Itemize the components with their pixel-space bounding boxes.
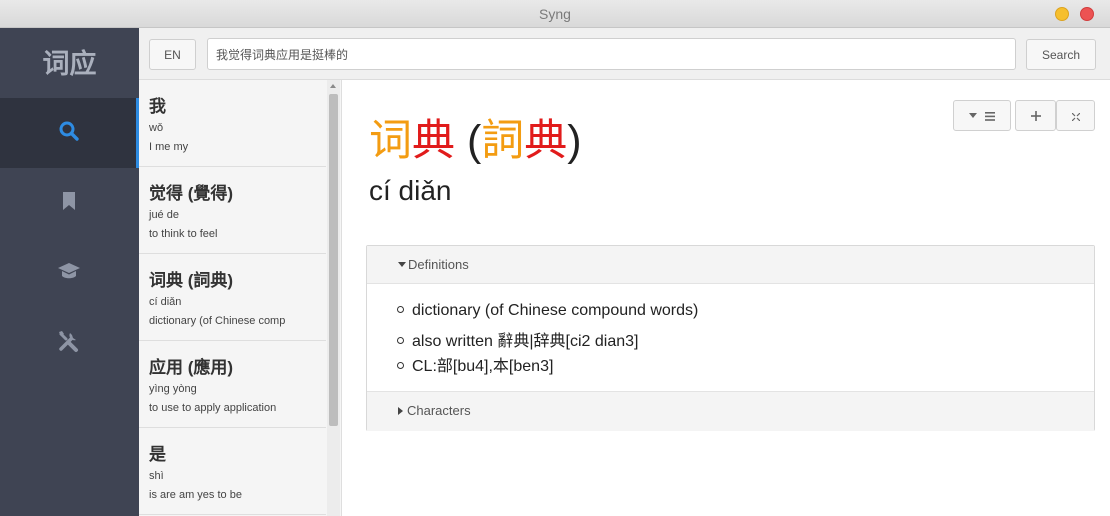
plus-icon xyxy=(1030,108,1041,124)
close-button[interactable] xyxy=(1080,7,1094,21)
menu-dropdown-button[interactable] xyxy=(953,100,1011,131)
definition-text: also written 辭典|辞典[ci2 dian3] xyxy=(412,333,639,350)
headword-char: 词 xyxy=(369,117,412,165)
definitions-panel: Definitions dictionary (of Chinese compo… xyxy=(366,245,1095,431)
result-word: 是 xyxy=(149,445,166,464)
bullet-icon xyxy=(397,362,404,369)
bullet-icon xyxy=(397,337,404,344)
headword: 词典 (詞典) xyxy=(369,106,582,168)
characters-label: Characters xyxy=(407,403,471,418)
title-bar: Syng xyxy=(0,0,1110,28)
window-title: Syng xyxy=(539,6,571,22)
expand-icon xyxy=(1071,108,1080,124)
results-scrollbar[interactable] xyxy=(327,80,340,516)
nav-item-tools[interactable] xyxy=(0,308,137,378)
definition-item: CL:部[bu4],本[ben3] xyxy=(397,352,1094,377)
app-logo: 词应 xyxy=(42,49,97,79)
bookmark-icon xyxy=(62,191,76,216)
headword-pinyin: cí diǎn xyxy=(369,175,452,206)
headword-char: 典 xyxy=(412,117,455,165)
entry-detail: 词典 (詞典) cí diǎn Definitions dictionary (… xyxy=(342,80,1110,516)
result-gloss: is are am yes to be xyxy=(149,489,242,501)
search-button[interactable]: Search xyxy=(1026,39,1096,70)
sidebar: 词应 xyxy=(0,28,139,516)
definition-text: dictionary (of Chinese compound words) xyxy=(412,302,699,319)
paren-close: ) xyxy=(567,117,582,165)
result-word: 我 xyxy=(149,97,166,116)
list-item[interactable]: 是 shì is are am yes to be xyxy=(139,428,326,515)
list-item[interactable]: 词典 (詞典) cí diǎn dictionary (of Chinese c… xyxy=(139,254,326,341)
traditional-char: 典 xyxy=(524,117,568,165)
definitions-list: dictionary (of Chinese compound words) a… xyxy=(367,284,1094,377)
language-button[interactable]: EN xyxy=(149,39,196,70)
scroll-up-arrow-icon[interactable] xyxy=(330,84,336,88)
caret-down-icon xyxy=(969,113,977,118)
definitions-toggle[interactable]: Definitions xyxy=(367,246,1094,284)
result-gloss: to use to apply application xyxy=(149,402,277,414)
tools-icon xyxy=(57,329,81,358)
list-icon xyxy=(985,108,995,124)
graduation-cap-icon xyxy=(57,261,81,286)
scrollbar-thumb[interactable] xyxy=(329,94,338,426)
traditional-char: 詞 xyxy=(481,117,525,165)
list-item[interactable]: 我 wǒ I me my xyxy=(139,80,326,167)
result-pinyin: yìng yòng xyxy=(149,383,197,395)
result-gloss: to think to feel xyxy=(149,228,218,240)
search-icon xyxy=(58,120,80,147)
result-pinyin: wǒ xyxy=(149,122,164,134)
bullet-icon xyxy=(397,306,404,313)
paren-open: ( xyxy=(466,117,482,165)
result-word: 应用 (應用) xyxy=(149,358,234,377)
caret-down-icon xyxy=(398,262,406,267)
definition-item: dictionary (of Chinese compound words) xyxy=(397,302,1094,327)
definitions-label: Definitions xyxy=(408,257,469,272)
caret-right-icon xyxy=(398,407,403,415)
minimize-button[interactable] xyxy=(1055,7,1069,21)
definition-item: also written 辭典|辞典[ci2 dian3] xyxy=(397,327,1094,352)
result-gloss: I me my xyxy=(149,141,189,153)
result-pinyin: jué de xyxy=(149,209,179,221)
nav-item-learn[interactable] xyxy=(0,238,137,308)
search-toolbar: EN Search xyxy=(139,28,1110,80)
characters-toggle[interactable]: Characters xyxy=(367,391,1094,431)
list-item[interactable]: 觉得 (覺得) jué de to think to feel xyxy=(139,167,326,254)
expand-button[interactable] xyxy=(1056,100,1095,131)
nav-item-search[interactable] xyxy=(0,98,137,168)
list-item[interactable]: 应用 (應用) yìng yòng to use to apply applic… xyxy=(139,341,326,428)
result-pinyin: cí diǎn xyxy=(149,296,182,308)
definition-text: CL:部[bu4],本[ben3] xyxy=(412,358,554,375)
add-button[interactable] xyxy=(1015,100,1056,131)
search-input[interactable] xyxy=(207,38,1016,70)
results-list: 我 wǒ I me my 觉得 (覺得) jué de to think to … xyxy=(139,80,342,516)
result-pinyin: shì xyxy=(149,470,164,482)
result-gloss: dictionary (of Chinese comp xyxy=(149,315,286,327)
result-word: 词典 (詞典) xyxy=(149,271,234,290)
result-word: 觉得 (覺得) xyxy=(149,184,234,203)
nav-item-bookmarks[interactable] xyxy=(0,168,137,238)
